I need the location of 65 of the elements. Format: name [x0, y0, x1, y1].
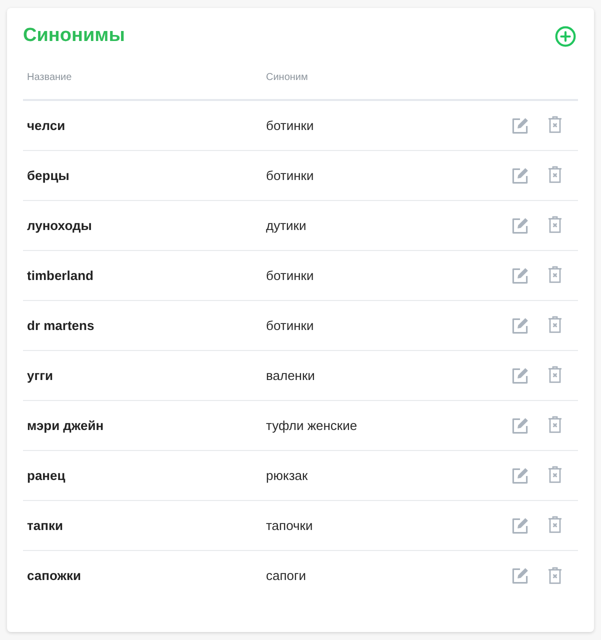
synonym-cell-text: валенки — [265, 366, 316, 385]
edit-icon — [512, 418, 528, 434]
trash-icon — [548, 116, 562, 133]
synonym-cell-text: ботинки — [265, 116, 315, 135]
trash-icon — [548, 566, 562, 584]
edit-icon — [512, 468, 528, 484]
synonym-cell-text: ботинки — [265, 266, 315, 285]
delete-button[interactable] — [548, 166, 562, 183]
name-cell-text: тапки — [26, 516, 64, 535]
name-cell-text: луноходы — [26, 216, 93, 235]
edit-button[interactable] — [512, 368, 528, 384]
name-cell-text: челси — [26, 116, 66, 135]
edit-button[interactable] — [512, 418, 528, 434]
name-cell-text: timberland — [26, 266, 94, 285]
edit-icon — [512, 268, 528, 284]
edit-icon — [512, 168, 528, 184]
delete-button[interactable] — [548, 266, 562, 283]
name-cell-text: dr martens — [26, 316, 96, 335]
delete-button[interactable] — [548, 466, 562, 483]
trash-icon — [548, 216, 562, 233]
name-cell-text: мэри джейн — [26, 416, 105, 435]
edit-button[interactable] — [512, 268, 528, 284]
delete-button[interactable] — [548, 416, 562, 433]
card-title: Синонимы — [23, 24, 125, 48]
name-cell-text: ранец — [26, 466, 66, 485]
synonym-cell-text: туфли женские — [265, 416, 358, 435]
trash-icon — [548, 466, 562, 483]
synonym-cell-text: дутики — [265, 216, 308, 235]
trash-icon — [548, 416, 562, 433]
add-button[interactable] — [555, 26, 576, 46]
trash-icon — [548, 366, 562, 383]
edit-button[interactable] — [512, 118, 528, 134]
edit-button[interactable] — [512, 468, 528, 484]
delete-button[interactable] — [548, 366, 562, 383]
edit-button[interactable] — [512, 318, 528, 334]
column-header: Синоним — [265, 71, 309, 85]
name-cell-text: угги — [26, 366, 54, 385]
trash-icon — [548, 516, 562, 533]
delete-button[interactable] — [548, 316, 562, 333]
delete-button[interactable] — [548, 516, 562, 533]
delete-button[interactable] — [548, 116, 562, 133]
synonym-cell-text: тапочки — [265, 516, 314, 535]
edit-button[interactable] — [512, 168, 528, 184]
edit-icon — [512, 318, 528, 334]
edit-icon — [512, 568, 528, 584]
edit-button[interactable] — [512, 518, 528, 534]
edit-button[interactable] — [512, 218, 528, 234]
edit-button[interactable] — [512, 568, 528, 584]
edit-icon — [512, 118, 528, 134]
add-circle-icon — [555, 26, 576, 46]
synonym-cell-text: сапоги — [265, 567, 308, 586]
column-header: Название — [26, 71, 73, 85]
trash-icon — [548, 166, 562, 183]
synonym-cell-text: ботинки — [265, 316, 315, 335]
trash-icon — [548, 266, 562, 283]
edit-icon — [512, 518, 528, 534]
delete-button[interactable] — [548, 566, 562, 584]
name-cell-text: берцы — [26, 166, 70, 185]
synonym-cell-text: рюкзак — [265, 466, 309, 485]
edit-icon — [512, 218, 528, 234]
delete-button[interactable] — [548, 216, 562, 233]
name-cell-text: сапожки — [26, 567, 82, 586]
trash-icon — [548, 316, 562, 333]
synonym-cell-text: ботинки — [265, 166, 315, 185]
edit-icon — [512, 368, 528, 384]
